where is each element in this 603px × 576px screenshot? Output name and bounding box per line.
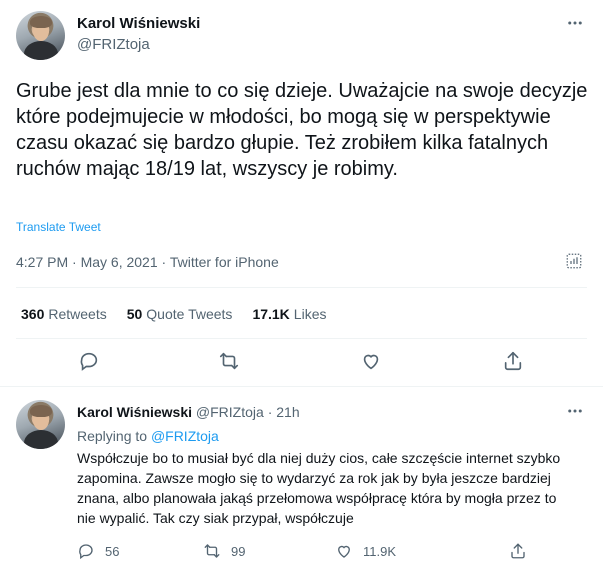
retweet-icon[interactable] <box>218 350 240 372</box>
divider <box>16 338 587 339</box>
reply-action[interactable]: 56 <box>77 542 119 560</box>
reply-age[interactable]: 21h <box>276 404 299 420</box>
reply-tweet[interactable]: Karol Wiśniewski @FRIZtoja · 21h Replyin… <box>0 388 603 576</box>
tweet-stats: 360 Retweets 50 Quote Tweets 17.1K Likes <box>21 306 346 322</box>
main-tweet: Karol Wiśniewski @FRIZtoja Grube jest dl… <box>0 0 603 387</box>
retweets-stat[interactable]: 360 Retweets <box>21 306 107 322</box>
reply-count: 56 <box>105 543 120 559</box>
tweet-actions <box>0 350 603 374</box>
share-icon[interactable] <box>509 542 527 560</box>
tweet-text: Grube jest dla mnie to co się dzieje. Uw… <box>16 80 588 180</box>
replying-to: Replying to @FRIZtoja <box>77 428 219 444</box>
heart-icon[interactable] <box>360 350 382 372</box>
retweet-icon[interactable] <box>203 542 221 560</box>
author-info[interactable]: Karol Wiśniewski @FRIZtoja <box>77 15 200 55</box>
like-count: 11.9K <box>363 543 397 559</box>
author-avatar[interactable] <box>16 11 65 60</box>
heart-icon[interactable] <box>335 542 353 560</box>
reply-author-avatar[interactable] <box>16 400 65 449</box>
separator-dot: · <box>267 404 273 420</box>
reply-icon[interactable] <box>77 542 95 560</box>
tweet-timestamp[interactable]: 4:27 PM · May 6, 2021 · Twitter for iPho… <box>16 254 279 270</box>
more-icon[interactable] <box>566 402 584 416</box>
divider <box>16 287 587 288</box>
analytics-icon[interactable] <box>565 252 583 270</box>
reply-author-handle[interactable]: @FRIZtoja <box>196 404 264 420</box>
reply-icon[interactable] <box>78 350 100 372</box>
quote-tweets-stat[interactable]: 50 Quote Tweets <box>127 306 233 322</box>
replying-to-handle[interactable]: @FRIZtoja <box>151 428 219 444</box>
more-icon[interactable] <box>566 14 584 32</box>
replying-to-label: Replying to <box>77 428 148 444</box>
reply-author-name[interactable]: Karol Wiśniewski <box>77 404 192 420</box>
share-action[interactable] <box>509 542 537 560</box>
reply-text: Współczuje bo to musiał być dla niej duż… <box>77 450 561 526</box>
reply-header: Karol Wiśniewski @FRIZtoja · 21h <box>77 404 300 420</box>
share-icon[interactable] <box>502 350 524 372</box>
author-handle[interactable]: @FRIZtoja <box>77 35 200 55</box>
translate-tweet-link[interactable]: Translate Tweet <box>16 220 101 234</box>
reply-actions: 56 99 11.9K <box>77 542 587 562</box>
author-name[interactable]: Karol Wiśniewski <box>77 15 200 33</box>
likes-stat[interactable]: 17.1K Likes <box>252 306 326 322</box>
like-action[interactable]: 11.9K <box>335 542 396 560</box>
retweet-count: 99 <box>231 543 246 559</box>
retweet-action[interactable]: 99 <box>203 542 245 560</box>
